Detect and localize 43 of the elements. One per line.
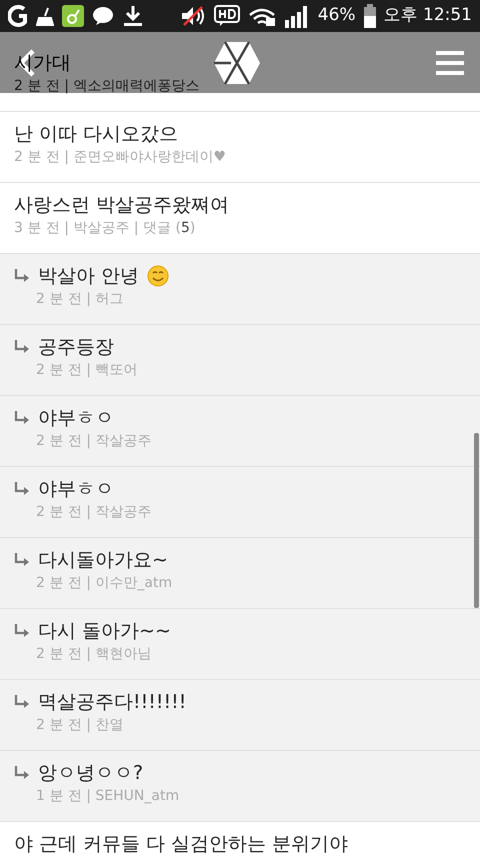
post-title[interactable]: 멱살공주다!!!!!!! bbox=[38, 689, 186, 715]
reply-arrow-icon bbox=[14, 340, 30, 354]
post-meta: 1 분 전 | SEHUN_atm bbox=[35, 787, 180, 806]
reply-arrow-icon bbox=[14, 411, 30, 425]
post-title[interactable]: 난 이따 다시오갔으 bbox=[14, 121, 178, 147]
post-meta: 2 분 전 | 엑소의매력에퐁당스 bbox=[14, 77, 200, 96]
reply-arrow-icon bbox=[14, 269, 30, 283]
post-meta: 2 분 전 | 찬열 bbox=[35, 716, 124, 735]
reply-arrow-icon bbox=[14, 695, 30, 709]
chat-bubble-icon bbox=[92, 6, 114, 26]
post-title[interactable]: 다시돌아가요~ bbox=[38, 547, 168, 573]
reply-arrow-icon bbox=[14, 766, 30, 780]
broom-icon bbox=[36, 6, 54, 26]
signal-icon bbox=[284, 4, 310, 28]
reply-arrow-icon bbox=[14, 624, 30, 638]
post-meta: 2 분 전 | 이수만_atm bbox=[35, 574, 174, 593]
post-meta: 3 분 전 | 박살공주 | 댓글 (5) bbox=[14, 219, 196, 238]
post-title[interactable]: 공주등장 bbox=[38, 334, 114, 360]
download-icon bbox=[122, 5, 144, 27]
post-meta: 2 분 전 | 작살공주 bbox=[35, 503, 152, 522]
post-title[interactable]: 다시 돌아가~~ bbox=[38, 618, 171, 644]
post-title[interactable]: 야 근데 커뮤들 다 실검안하는 분위기야 bbox=[14, 831, 348, 854]
post-meta: 2 분 전 | 허그 bbox=[35, 290, 124, 309]
music-app-icon bbox=[62, 5, 84, 27]
battery-percent: 46% bbox=[318, 4, 356, 28]
reply-arrow-icon bbox=[14, 553, 30, 567]
post-meta: 2 분 전 | 빽또어 bbox=[35, 361, 138, 380]
hd-icon bbox=[214, 5, 240, 27]
post-title[interactable]: 앙ㅇ녕ㅇㅇ? bbox=[38, 760, 144, 786]
battery-icon bbox=[364, 4, 376, 28]
post-meta: 2 분 전 | 핵현아님 bbox=[35, 645, 152, 664]
post-meta: 2 분 전 | 준면오빠야사랑한데이♥ bbox=[14, 148, 227, 167]
g-logo-icon bbox=[8, 5, 28, 27]
reply-arrow-icon bbox=[14, 482, 30, 496]
post-title[interactable]: 사랑스런 박살공주왔쪄여 bbox=[14, 192, 230, 218]
post-title[interactable]: 야부ㅎㅇ bbox=[38, 405, 114, 431]
post-title[interactable]: 야부ㅎㅇ bbox=[38, 476, 114, 502]
post-title[interactable]: 박살아 안녕 bbox=[38, 263, 140, 289]
hexagon-logo-icon bbox=[213, 40, 261, 86]
muted-speaker-icon bbox=[180, 5, 206, 27]
post-meta: 2 분 전 | 작살공주 bbox=[35, 432, 152, 451]
menu-button[interactable] bbox=[436, 50, 464, 75]
clock-time: 오후 12:51 bbox=[384, 4, 472, 28]
